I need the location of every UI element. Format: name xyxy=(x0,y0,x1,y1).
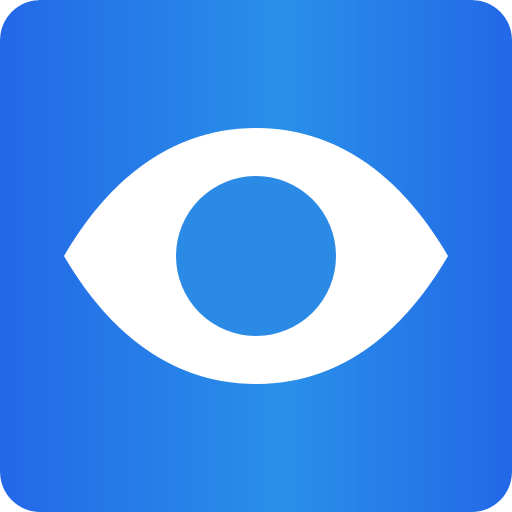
eye-pupil xyxy=(176,176,336,336)
eye-icon xyxy=(0,0,512,512)
app-icon[interactable] xyxy=(0,0,512,512)
